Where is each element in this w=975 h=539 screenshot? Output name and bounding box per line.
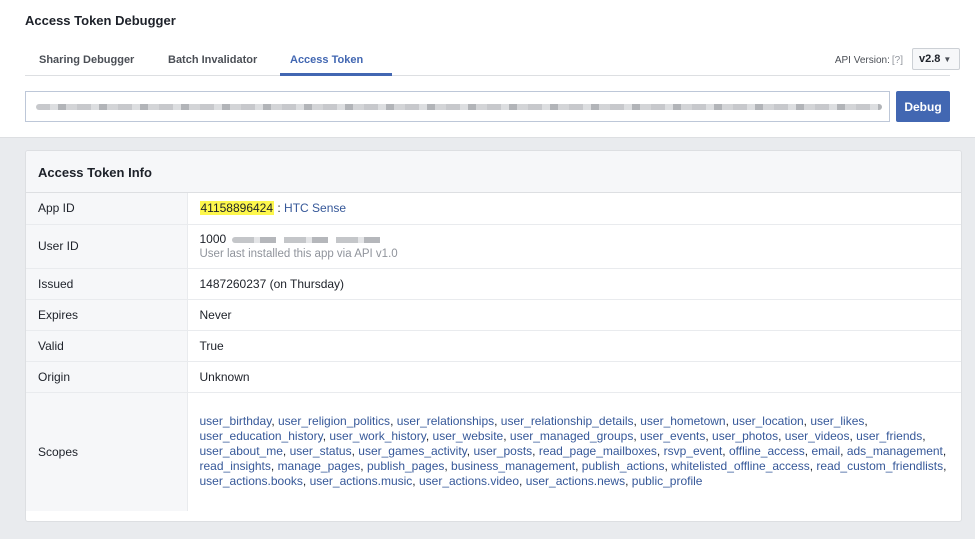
scope-link[interactable]: user_education_history [200,429,323,443]
scope-link[interactable]: user_relationship_details [501,414,634,428]
redacted-token [36,104,882,110]
api-version-text: API Version: [834,55,890,66]
tab-batch-invalidator[interactable]: Batch Invalidator [168,54,257,66]
scope-link[interactable]: user_actions.music [310,474,413,488]
scope-link[interactable]: business_management [451,459,575,473]
scope-link[interactable]: email [811,444,840,458]
scope-link[interactable]: user_about_me [200,444,283,458]
scope-link[interactable]: user_events [640,429,705,443]
top-panel: Access Token Debugger Sharing Debugger B… [0,0,975,138]
scope-link[interactable]: user_games_activity [358,444,467,458]
scope-link[interactable]: read_custom_friendlists [816,459,943,473]
scope-link[interactable]: user_website [433,429,504,443]
row-key: Origin [26,361,188,393]
scope-link[interactable]: user_actions.news [526,474,625,488]
scope-link[interactable]: user_location [732,414,803,428]
active-tab-indicator [280,73,392,76]
scope-link[interactable]: publish_actions [582,459,665,473]
api-version-help-link[interactable]: [?] [892,55,903,66]
tab-access-token[interactable]: Access Token [290,54,363,66]
user-id-value: 1000 [199,232,227,246]
api-version-value: v2.8 [919,53,941,65]
access-token-info-card: Access Token Info App ID 41158896424 : H… [25,150,962,522]
scope-link[interactable]: user_likes [810,414,864,428]
table-row-expires: Expires Never [26,299,961,331]
row-value: Unknown [187,361,961,393]
scope-link[interactable]: user_birthday [200,414,272,428]
scope-link[interactable]: whitelisted_offline_access [671,459,810,473]
scope-link[interactable]: user_managed_groups [510,429,633,443]
row-key: Scopes [26,392,188,511]
tab-sharing-debugger[interactable]: Sharing Debugger [39,54,134,66]
app-id-value: 41158896424 [199,201,275,216]
scope-link[interactable]: user_relationships [397,414,494,428]
redacted-user-id [232,236,388,243]
scopes-list: user_birthday, user_religion_politics, u… [199,414,947,489]
table-row-user-id: User ID 1000 User last installed this ap… [26,224,961,269]
table-row-app-id: App ID 41158896424 : HTC Sense [26,193,961,225]
scope-link[interactable]: read_insights [200,459,271,473]
api-version-label: API Version: [?] [835,55,903,66]
row-value: 41158896424 : HTC Sense [187,193,961,225]
scope-link[interactable]: user_friends [856,429,922,443]
row-key: Valid [26,330,188,362]
scope-link[interactable]: offline_access [729,444,805,458]
row-key: User ID [26,224,188,269]
debug-button[interactable]: Debug [896,91,950,122]
api-version-select[interactable]: v2.8 ▼ [912,48,960,70]
token-info-table: App ID 41158896424 : HTC Sense User ID 1… [26,193,961,511]
scope-link[interactable]: user_videos [785,429,850,443]
scope-link[interactable]: user_posts [473,444,532,458]
scope-link[interactable]: user_status [290,444,352,458]
table-row-scopes: Scopes user_birthday, user_religion_poli… [26,392,961,511]
scope-link[interactable]: rsvp_event [664,444,723,458]
chevron-down-icon: ▼ [943,55,952,64]
scope-link[interactable]: user_hometown [640,414,725,428]
table-row-origin: Origin Unknown [26,361,961,393]
scope-link[interactable]: user_actions.books [200,474,303,488]
row-key: Expires [26,299,188,331]
row-value: Never [187,299,961,331]
row-value: 1487260237 (on Thursday) [187,268,961,300]
table-row-valid: Valid True [26,330,961,362]
scope-link[interactable]: user_actions.video [419,474,519,488]
card-title: Access Token Info [26,151,961,193]
scope-link[interactable]: read_page_mailboxes [539,444,657,458]
scope-link[interactable]: publish_pages [367,459,444,473]
page-title: Access Token Debugger [25,13,176,28]
scope-link[interactable]: ads_management [847,444,943,458]
table-row-issued: Issued 1487260237 (on Thursday) [26,268,961,300]
scope-link[interactable]: user_work_history [329,429,425,443]
row-key: Issued [26,268,188,300]
scope-link[interactable]: user_religion_politics [278,414,390,428]
scope-link[interactable]: manage_pages [278,459,361,473]
user-install-note: User last installed this app via API v1.… [199,248,398,260]
scope-link[interactable]: public_profile [632,474,703,488]
row-value: True [187,330,961,362]
row-key: App ID [26,193,188,225]
row-value: 1000 User last installed this app via AP… [187,224,961,269]
app-name-link[interactable]: HTC Sense [284,201,346,215]
scope-link[interactable]: user_photos [712,429,778,443]
tab-bar: Sharing Debugger Batch Invalidator Acces… [25,46,950,76]
app-id-separator: : [274,201,285,216]
